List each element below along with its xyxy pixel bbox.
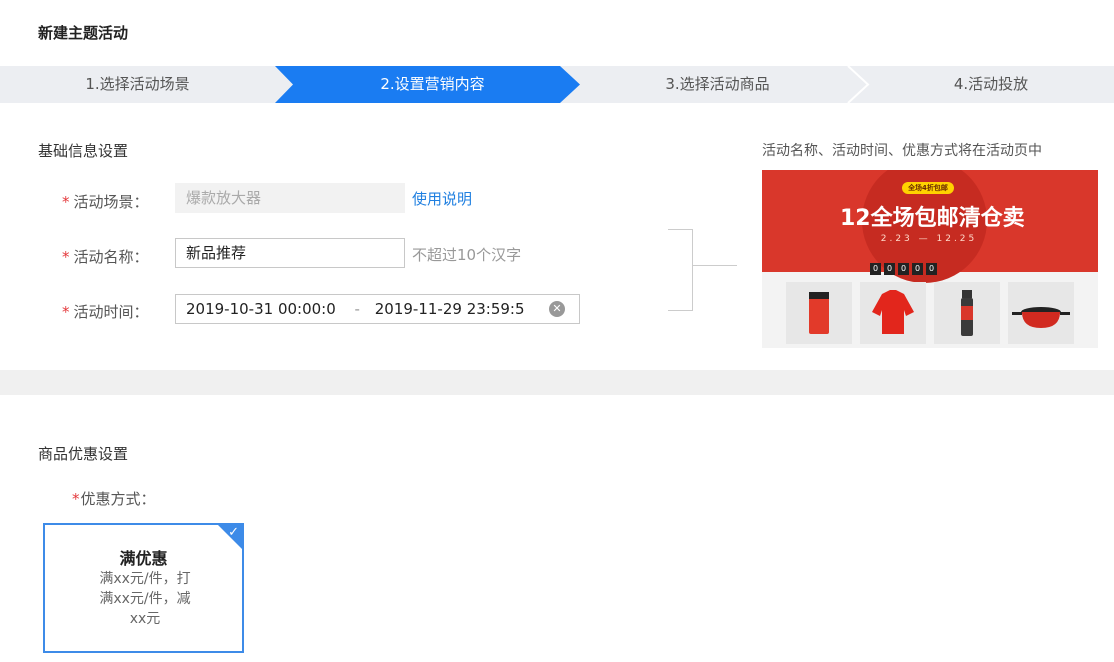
usage-guide-link[interactable]: 使用说明	[412, 188, 472, 209]
discount-option-description: 满xx元/件，打 满xx元/件，减 xx元	[75, 569, 215, 629]
name-label-text: 活动名称：	[73, 248, 149, 266]
required-mark: *	[72, 490, 80, 508]
scene-field: 爆款放大器	[175, 183, 405, 213]
desc-line: 满xx元/件，打	[99, 571, 191, 587]
name-label: * 活动名称：	[62, 246, 149, 267]
step-progress-bar: 1.选择活动场景 2.设置营销内容 3.选择活动商品 4.活动投放	[0, 66, 1114, 103]
step-4-launch[interactable]: 4.活动投放	[868, 66, 1114, 103]
start-time-value[interactable]: 2019-10-31 00:00:0	[186, 300, 336, 318]
end-time-value[interactable]: 2019-11-29 23:59:5	[375, 300, 525, 318]
discount-method-label: *优惠方式：	[72, 488, 156, 509]
name-length-hint: 不超过10个汉字	[412, 246, 522, 264]
countdown-digit: 0	[912, 263, 923, 275]
required-mark: *	[62, 303, 70, 321]
connector-line	[692, 265, 737, 266]
bottle-icon	[934, 282, 1000, 344]
time-label: * 活动时间：	[62, 301, 149, 322]
required-mark: *	[62, 248, 70, 266]
activity-page-preview: 全场4折包邮 12全场包邮清仓卖 2.23 — 12.25 00000	[762, 170, 1098, 348]
preview-note: 活动名称、活动时间、优惠方式将在活动页中	[762, 143, 1042, 159]
discount-option-title: 满优惠	[119, 549, 168, 568]
pot-icon	[1008, 282, 1074, 344]
countdown-digit: 0	[898, 263, 909, 275]
step-3-select-products[interactable]: 3.选择活动商品	[580, 66, 855, 103]
connector-bracket	[668, 229, 693, 311]
time-label-text: 活动时间：	[73, 303, 149, 321]
power-bank-icon	[786, 282, 852, 344]
scene-label: * 活动场景：	[62, 191, 149, 212]
clear-icon[interactable]: ✕	[549, 301, 565, 317]
discount-method-label-text: 优惠方式：	[80, 490, 156, 508]
range-separator: -	[354, 300, 360, 318]
discount-settings-title: 商品优惠设置	[38, 445, 129, 463]
activity-time-range-picker[interactable]: 2019-10-31 00:00:0 - 2019-11-29 23:59:5	[175, 294, 580, 324]
check-icon: ✓	[228, 525, 239, 540]
jacket-icon	[860, 282, 926, 344]
desc-line: 满xx元/件，减	[99, 591, 191, 607]
desc-line: xx元	[129, 611, 161, 627]
activity-name-input[interactable]: 新品推荐	[175, 238, 405, 268]
countdown-digit: 0	[884, 263, 895, 275]
banner-countdown: 00000	[870, 256, 940, 275]
basic-info-title: 基础信息设置	[38, 142, 129, 160]
required-mark: *	[62, 193, 70, 211]
discount-option-full-reduction[interactable]: ✓ 满优惠 满xx元/件，打 满xx元/件，减 xx元	[43, 523, 244, 653]
banner-dates: 2.23 — 12.25	[880, 234, 978, 244]
countdown-digit: 0	[926, 263, 937, 275]
step-2-set-content[interactable]: 2.设置营销内容	[290, 66, 575, 103]
page-title: 新建主题活动	[38, 24, 129, 42]
step-1-select-scene[interactable]: 1.选择活动场景	[0, 66, 275, 103]
banner-title: 12全场包邮清仓卖	[840, 206, 1025, 231]
banner-tag: 全场4折包邮	[902, 182, 954, 194]
scene-label-text: 活动场景：	[73, 193, 149, 211]
preview-banner: 全场4折包邮 12全场包邮清仓卖 2.23 — 12.25 00000	[762, 170, 1098, 283]
countdown-digit: 0	[870, 263, 881, 275]
